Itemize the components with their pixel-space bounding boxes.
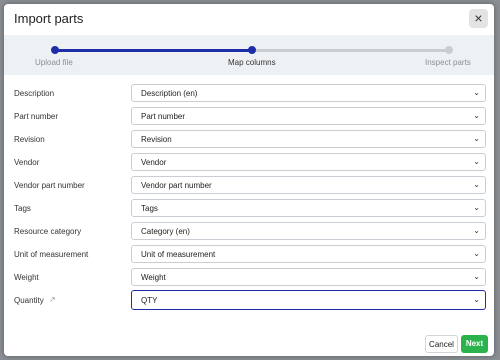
step-label-upload-file: Upload file (35, 58, 73, 67)
select-value: QTY (141, 296, 158, 305)
select-value: Part number (141, 112, 186, 121)
chevron-down-icon: ⌄ (473, 226, 480, 235)
chevron-down-icon: ⌄ (473, 272, 480, 281)
next-button[interactable]: Next (461, 335, 488, 353)
step-dot-inspect-parts (445, 46, 453, 54)
resource-category-column-select[interactable]: Category (en) ⌄ (131, 222, 486, 240)
chevron-down-icon: ⌄ (473, 203, 480, 212)
step-label-inspect-parts: Inspect parts (425, 58, 471, 67)
field-label-quantity: Quantity (14, 296, 44, 305)
cancel-button[interactable]: Cancel (425, 335, 458, 353)
unit-of-measurement-column-select[interactable]: Unit of measurement ⌄ (131, 245, 486, 263)
select-value: Category (en) (141, 227, 190, 236)
chevron-down-icon: ⌄ (473, 249, 480, 258)
step-dot-upload-file (51, 46, 59, 54)
select-value: Vendor (141, 158, 167, 167)
vendor-column-select[interactable]: Vendor ⌄ (131, 153, 486, 171)
select-value: Weight (141, 273, 166, 282)
select-value: Tags (141, 204, 158, 213)
stepper-progress-complete (55, 49, 252, 52)
field-label-description: Description (14, 89, 55, 98)
select-value: Description (en) (141, 89, 198, 98)
field-label-part-number: Part number (14, 112, 59, 121)
step-label-map-columns: Map columns (228, 58, 276, 67)
field-label-resource-category: Resource category (14, 227, 82, 236)
chevron-down-icon: ⌄ (473, 157, 480, 166)
tags-column-select[interactable]: Tags ⌄ (131, 199, 486, 217)
chevron-down-icon: ⌄ (473, 111, 480, 120)
part-number-column-select[interactable]: Part number ⌄ (131, 107, 486, 125)
import-stepper: Upload file Map columns Inspect parts (4, 35, 494, 75)
field-label-vendor-part-number: Vendor part number (14, 181, 85, 190)
field-label-weight: Weight (14, 273, 39, 282)
chevron-down-icon: ⌄ (473, 180, 480, 189)
step-dot-map-columns (248, 46, 256, 54)
dialog-header: Import parts × (4, 4, 494, 34)
field-label-tags: Tags (14, 204, 31, 213)
description-column-select[interactable]: Description (en) ⌄ (131, 84, 486, 102)
chevron-down-icon: ⌄ (473, 88, 480, 97)
quantity-column-select[interactable]: QTY ⌄ (131, 290, 486, 310)
import-parts-dialog: Import parts × Upload file Map columns I… (4, 4, 494, 356)
field-label-unit-of-measurement: Unit of measurement (14, 250, 89, 259)
close-icon: × (474, 10, 483, 26)
field-label-revision: Revision (14, 135, 45, 144)
weight-column-select[interactable]: Weight ⌄ (131, 268, 486, 286)
revision-column-select[interactable]: Revision ⌄ (131, 130, 486, 148)
chevron-down-icon: ⌄ (473, 134, 480, 143)
select-value: Vendor part number (141, 181, 212, 190)
external-link-icon[interactable]: ↗ (49, 295, 56, 304)
select-value: Revision (141, 135, 172, 144)
vendor-part-number-column-select[interactable]: Vendor part number ⌄ (131, 176, 486, 194)
select-value: Unit of measurement (141, 250, 216, 259)
chevron-down-icon: ⌄ (473, 295, 480, 304)
stepper-progress-remaining (252, 49, 449, 52)
close-button[interactable]: × (469, 9, 488, 28)
dialog-title: Import parts (14, 11, 84, 26)
field-label-vendor: Vendor (14, 158, 40, 167)
